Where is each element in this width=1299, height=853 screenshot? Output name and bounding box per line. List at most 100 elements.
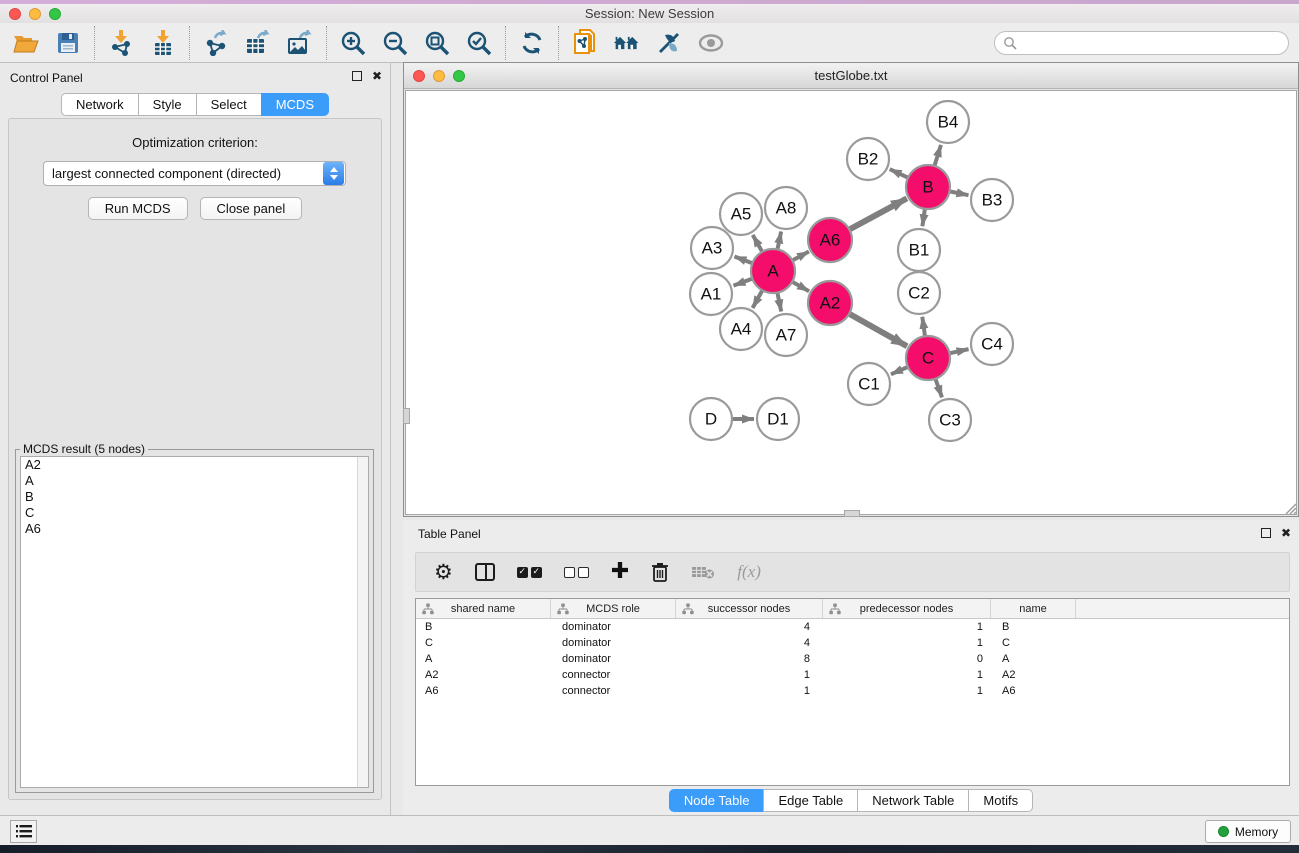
export-table-icon[interactable] xyxy=(244,29,272,57)
float-table-panel-icon[interactable] xyxy=(1261,528,1271,538)
graphics-details-icon[interactable] xyxy=(655,29,683,57)
deselect-all-columns-icon[interactable] xyxy=(564,567,589,578)
column-header-shared-name[interactable]: shared name xyxy=(416,599,551,618)
search-input[interactable] xyxy=(1017,33,1288,53)
graph-edge-A-A3[interactable] xyxy=(734,256,752,263)
graph-edge-A6-B[interactable] xyxy=(849,198,907,229)
zoom-selected-icon[interactable] xyxy=(465,29,493,57)
float-panel-icon[interactable] xyxy=(352,71,362,81)
list-item[interactable]: A2 xyxy=(21,457,368,473)
graph-edge-B-B3[interactable] xyxy=(950,191,969,195)
graph-edge-A-A6[interactable] xyxy=(792,251,809,260)
cell-predecessor-nodes[interactable]: 0 xyxy=(823,653,991,665)
tab-node-table[interactable]: Node Table xyxy=(669,789,764,812)
cell-mcds-role[interactable]: dominator xyxy=(551,653,676,665)
cell-predecessor-nodes[interactable]: 1 xyxy=(823,637,991,649)
splitter-handle[interactable] xyxy=(844,510,860,517)
cell-name[interactable]: B xyxy=(991,621,1076,633)
cell-successor-nodes[interactable]: 1 xyxy=(676,685,823,697)
search-field[interactable] xyxy=(994,31,1289,55)
table-row[interactable]: C dominator 4 1 C xyxy=(416,635,1289,651)
column-header-successor-nodes[interactable]: successor nodes xyxy=(676,599,823,618)
mcds-result-list[interactable]: A2 A B C A6 xyxy=(20,456,369,788)
close-panel-button[interactable]: Close panel xyxy=(200,197,303,220)
save-session-icon[interactable] xyxy=(54,29,82,57)
home-network-icon[interactable] xyxy=(613,29,641,57)
import-network-icon[interactable] xyxy=(107,29,135,57)
export-image-icon[interactable] xyxy=(286,29,314,57)
graph-edge-A-A2[interactable] xyxy=(792,282,809,291)
table-settings-gear-icon[interactable]: ⚙ xyxy=(434,562,453,582)
cell-shared-name[interactable]: A2 xyxy=(416,669,551,681)
column-header-mcds-role[interactable]: MCDS role xyxy=(551,599,676,618)
cell-name[interactable]: A xyxy=(991,653,1076,665)
cell-shared-name[interactable]: A xyxy=(416,653,551,665)
task-history-button[interactable] xyxy=(10,820,37,843)
graph-edge-C-C3[interactable] xyxy=(935,379,942,398)
cell-name[interactable]: C xyxy=(991,637,1076,649)
result-scrollbar[interactable] xyxy=(357,457,368,787)
table-row[interactable]: A2 connector 1 1 A2 xyxy=(416,667,1289,683)
zoom-in-icon[interactable] xyxy=(339,29,367,57)
cell-successor-nodes[interactable]: 8 xyxy=(676,653,823,665)
cell-successor-nodes[interactable]: 4 xyxy=(676,637,823,649)
list-item[interactable]: A xyxy=(21,473,368,489)
cell-predecessor-nodes[interactable]: 1 xyxy=(823,685,991,697)
cell-mcds-role[interactable]: connector xyxy=(551,685,676,697)
clone-network-icon[interactable] xyxy=(571,29,599,57)
table-row[interactable]: B dominator 4 1 B xyxy=(416,619,1289,635)
cell-name[interactable]: A2 xyxy=(991,669,1076,681)
show-columns-icon[interactable] xyxy=(475,563,495,581)
list-item[interactable]: B xyxy=(21,489,368,505)
cell-shared-name[interactable]: B xyxy=(416,621,551,633)
network-graph[interactable]: AA1A2A3A4A5A6A7A8BB1B2B3B4CC1C2C3C4DD1 xyxy=(406,91,1298,516)
resize-grip-icon[interactable] xyxy=(1283,501,1297,515)
graph-edge-A-A1[interactable] xyxy=(734,279,753,286)
table-row[interactable]: A dominator 8 0 A xyxy=(416,651,1289,667)
graph-edge-C-C1[interactable] xyxy=(891,367,908,374)
graph-edge-B-B2[interactable] xyxy=(890,169,908,178)
tab-mcds[interactable]: MCDS xyxy=(261,93,329,116)
cell-mcds-role[interactable]: connector xyxy=(551,669,676,681)
close-panel-icon[interactable]: ✖ xyxy=(372,71,382,81)
close-table-panel-icon[interactable]: ✖ xyxy=(1281,528,1291,538)
cell-successor-nodes[interactable]: 1 xyxy=(676,669,823,681)
cell-predecessor-nodes[interactable]: 1 xyxy=(823,621,991,633)
column-header-name[interactable]: name xyxy=(991,599,1076,618)
node-table[interactable]: shared name MCDS role successor nodes pr… xyxy=(415,598,1290,786)
select-all-columns-icon[interactable]: ✓✓ xyxy=(517,567,542,578)
run-mcds-button[interactable]: Run MCDS xyxy=(88,197,188,220)
graph-edge-A2-C[interactable] xyxy=(849,314,907,346)
graph-edge-A-A4[interactable] xyxy=(753,290,763,308)
graph-edge-C-C4[interactable] xyxy=(949,349,968,353)
graph-edge-A-A5[interactable] xyxy=(753,235,762,252)
refresh-layout-icon[interactable] xyxy=(518,29,546,57)
graph-edge-B-B1[interactable] xyxy=(922,209,924,226)
network-window-titlebar[interactable]: testGlobe.txt xyxy=(404,63,1298,89)
graph-edge-B-B4[interactable] xyxy=(934,145,940,166)
optimization-criterion-select[interactable]: largest connected component (directed) xyxy=(43,161,346,186)
tab-select[interactable]: Select xyxy=(196,93,261,116)
cell-mcds-role[interactable]: dominator xyxy=(551,621,676,633)
list-item[interactable]: C xyxy=(21,505,368,521)
splitter-handle[interactable] xyxy=(403,408,410,424)
zoom-out-icon[interactable] xyxy=(381,29,409,57)
zoom-fit-icon[interactable] xyxy=(423,29,451,57)
cell-shared-name[interactable]: C xyxy=(416,637,551,649)
graph-edge-A-A7[interactable] xyxy=(777,293,781,312)
eye-icon[interactable] xyxy=(697,29,725,57)
delete-column-trash-icon[interactable] xyxy=(651,562,669,582)
memory-button[interactable]: Memory xyxy=(1205,820,1291,843)
open-session-icon[interactable] xyxy=(12,29,40,57)
graph-edge-C-C2[interactable] xyxy=(922,317,925,336)
cell-mcds-role[interactable]: dominator xyxy=(551,637,676,649)
graph-edge-A-A8[interactable] xyxy=(777,232,781,250)
tab-motifs[interactable]: Motifs xyxy=(968,789,1033,812)
cell-name[interactable]: A6 xyxy=(991,685,1076,697)
import-table-icon[interactable] xyxy=(149,29,177,57)
network-canvas[interactable]: AA1A2A3A4A5A6A7A8BB1B2B3B4CC1C2C3C4DD1 xyxy=(405,90,1297,515)
tab-style[interactable]: Style xyxy=(138,93,196,116)
cell-shared-name[interactable]: A6 xyxy=(416,685,551,697)
cell-predecessor-nodes[interactable]: 1 xyxy=(823,669,991,681)
create-column-icon[interactable]: ✚ xyxy=(611,562,629,582)
